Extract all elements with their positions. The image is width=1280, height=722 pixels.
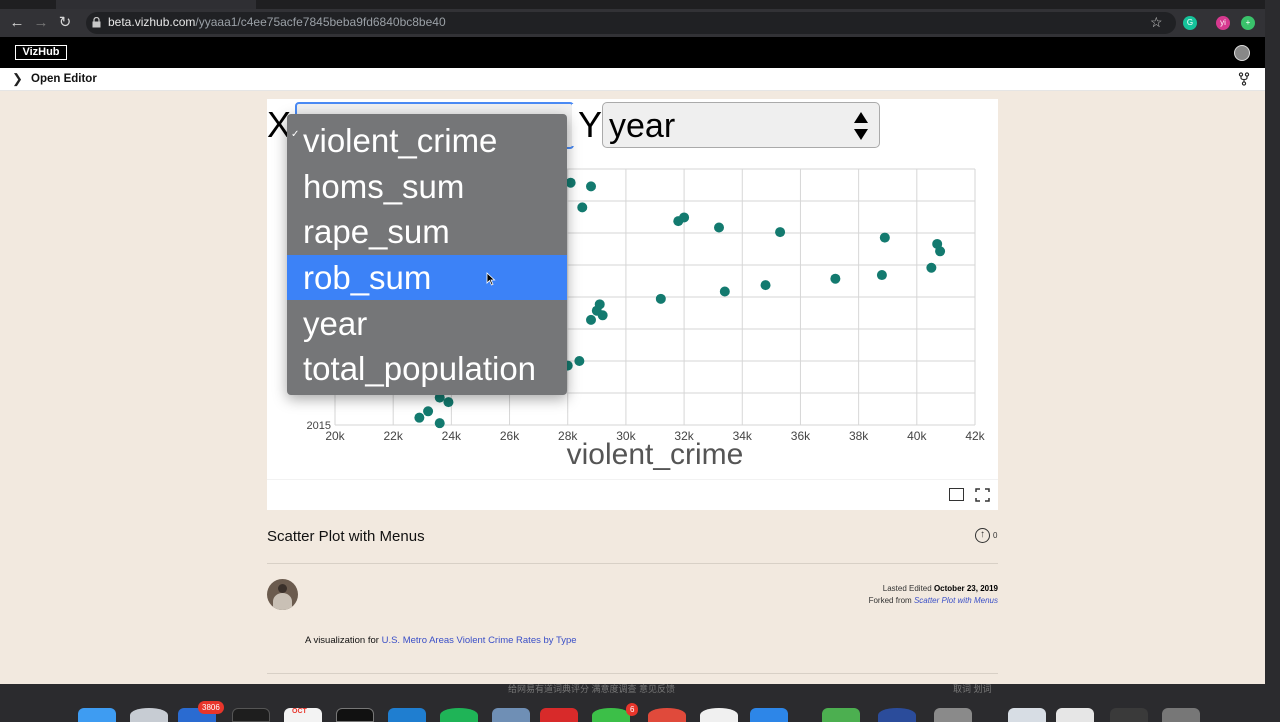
calendar-month: OCT: [292, 708, 307, 715]
data-point: [714, 222, 724, 233]
x-tick-label: 22k: [384, 429, 404, 443]
data-point: [830, 273, 841, 284]
dropdown-option-highlighted[interactable]: rob_sum: [287, 255, 567, 300]
dataset-link[interactable]: U.S. Metro Areas Violent Crime Rates by …: [382, 635, 577, 646]
data-point: [565, 177, 576, 188]
fullscreen-icon[interactable]: [975, 488, 990, 502]
back-icon[interactable]: ←: [6, 13, 28, 33]
last-edited: Lasted Edited October 23, 2019: [882, 584, 998, 593]
y-axis-select[interactable]: year: [602, 102, 880, 148]
dropdown-option[interactable]: total_population: [287, 346, 567, 391]
data-point: [443, 397, 454, 408]
macos-dock: 3806 OCT 6: [70, 701, 1200, 722]
y-select-value: year: [609, 107, 676, 145]
address-bar[interactable]: beta.vizhub.com/yyaaa1/c4ee75acfe7845beb…: [86, 12, 1176, 34]
card-footer: [267, 479, 998, 510]
data-point: [577, 202, 588, 213]
x-tick-label: 38k: [849, 429, 869, 443]
viz-description: A visualization for U.S. Metro Areas Vio…: [305, 635, 577, 646]
browser-toolbar: ← → ↻ beta.vizhub.com/yyaaa1/c4ee75acfe7…: [0, 9, 1265, 37]
forked-from: Forked from Scatter Plot with Menus: [868, 596, 998, 605]
profile-icon[interactable]: yi: [1216, 16, 1230, 30]
viz-title-row: Scatter Plot with Menus ↑ 0: [267, 527, 998, 547]
data-point: [760, 280, 771, 291]
mini-view-icon[interactable]: [949, 488, 964, 501]
data-point: [594, 299, 605, 310]
data-point: [586, 314, 596, 325]
data-point: [434, 418, 445, 429]
data-point: [679, 212, 690, 223]
data-point: [655, 293, 666, 304]
notification-badge: 6: [626, 703, 639, 716]
lock-icon: [92, 17, 101, 28]
x-tick-label: 42k: [965, 429, 985, 443]
browser-tab[interactable]: [56, 0, 256, 9]
data-point: [586, 181, 596, 192]
extension-icon[interactable]: +: [1241, 16, 1255, 30]
x-axis-dropdown[interactable]: ✓ violent_crime homs_sum rape_sum rob_su…: [287, 114, 567, 395]
bookmark-star-icon[interactable]: ☆: [1150, 14, 1163, 31]
reload-icon[interactable]: ↻: [54, 13, 76, 33]
forked-from-link[interactable]: Scatter Plot with Menus: [914, 596, 998, 605]
data-point: [879, 232, 890, 243]
dictionary-bar: 给网易有道词典评分 满意度调查 意见反馈: [508, 684, 676, 694]
dropdown-option[interactable]: year: [287, 301, 567, 346]
data-point: [423, 406, 434, 417]
x-tick-label: 40k: [907, 429, 927, 443]
select-arrows-icon: [854, 112, 868, 140]
divider: [267, 563, 998, 564]
data-point: [574, 356, 585, 366]
x-axis-label: violent_crime: [567, 438, 744, 471]
x-tick-label: 26k: [500, 429, 520, 443]
dictionary-options: 取词 划词: [953, 684, 992, 694]
vizhub-navbar: VizHub: [0, 37, 1265, 68]
fork-icon[interactable]: [1238, 72, 1250, 86]
tab-strip: [0, 0, 1265, 9]
x-tick-label: 24k: [442, 429, 462, 443]
data-point: [719, 286, 730, 297]
vizhub-logo[interactable]: VizHub: [15, 45, 67, 60]
divider: [267, 673, 998, 674]
chevron-right-icon: ❯: [12, 71, 23, 86]
url-text: beta.vizhub.com/yyaaa1/c4ee75acfe7845beb…: [108, 15, 446, 29]
viz-title: Scatter Plot with Menus: [267, 528, 425, 545]
open-editor-bar[interactable]: ❯ Open Editor: [0, 68, 1265, 91]
forward-icon[interactable]: →: [30, 13, 52, 33]
open-editor-label[interactable]: Open Editor: [31, 73, 97, 85]
data-point: [876, 270, 887, 281]
upvote-count: 0: [993, 531, 998, 540]
data-point: [935, 246, 946, 257]
dropdown-option[interactable]: violent_crime: [287, 118, 567, 163]
x-tick-label: 36k: [791, 429, 811, 443]
data-point: [775, 227, 786, 238]
mouse-cursor-icon: [486, 272, 496, 286]
browser-window: ← → ↻ beta.vizhub.com/yyaaa1/c4ee75acfe7…: [0, 0, 1265, 684]
grammarly-icon[interactable]: G: [1183, 16, 1197, 30]
y-tick-label: 2015: [307, 420, 331, 432]
upvote-icon[interactable]: ↑: [975, 528, 990, 543]
dropdown-option[interactable]: homs_sum: [287, 164, 567, 209]
author-avatar[interactable]: [267, 579, 298, 610]
user-avatar[interactable]: [1234, 45, 1250, 61]
data-point: [926, 262, 937, 273]
data-point: [597, 310, 608, 321]
data-point: [414, 412, 425, 423]
dropdown-option[interactable]: rape_sum: [287, 209, 567, 254]
notification-badge: 3806: [198, 701, 224, 714]
